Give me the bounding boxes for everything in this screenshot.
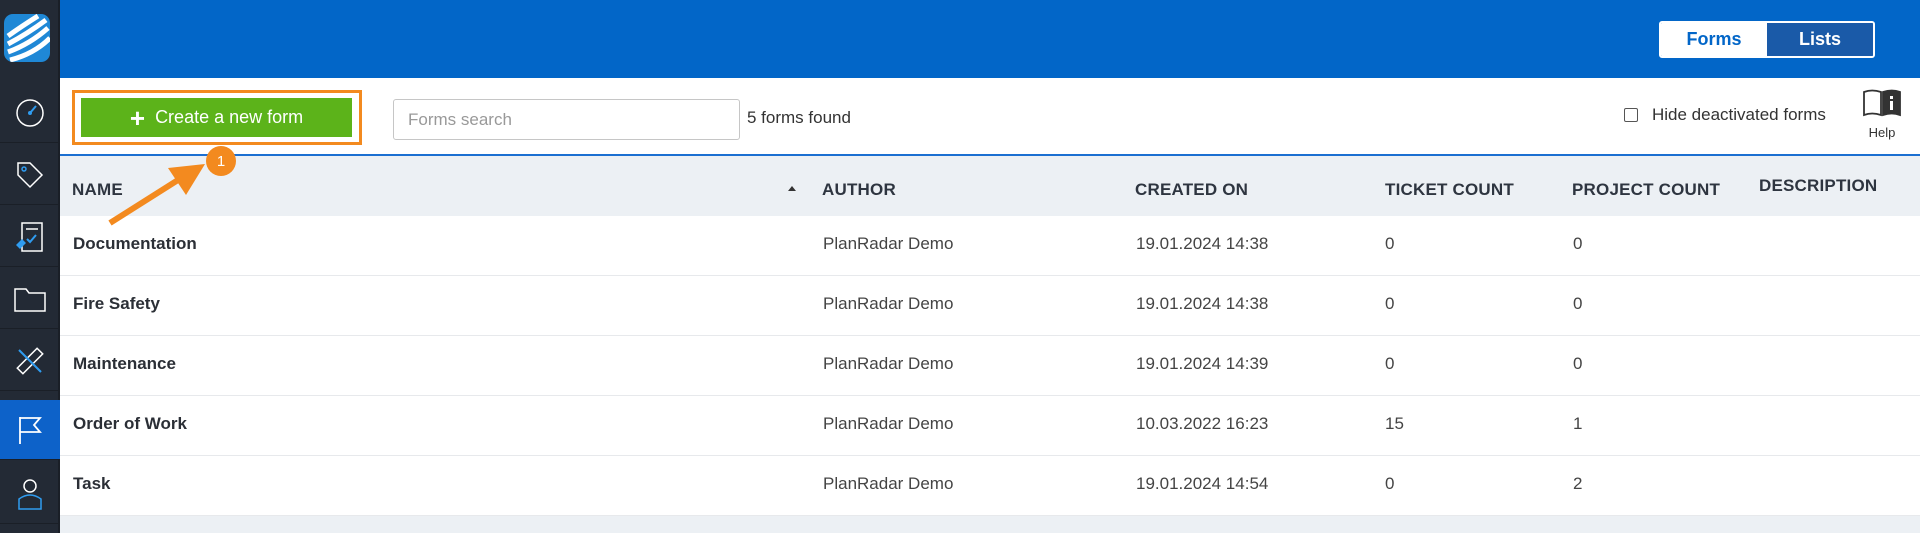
table-row[interactable]: Task PlanRadar Demo 19.01.2024 14:54 0 2: [60, 456, 1920, 516]
cell-author: PlanRadar Demo: [823, 474, 954, 493]
cell-name: Fire Safety: [73, 294, 160, 313]
sidebar-item-users[interactable]: [0, 464, 60, 524]
cell-author: PlanRadar Demo: [823, 294, 954, 313]
app-logo[interactable]: [4, 14, 50, 62]
sidebar-item-checklists[interactable]: [0, 207, 60, 267]
cell-ticket-count: 0: [1385, 294, 1395, 313]
cell-created-on: 10.03.2022 16:23: [1136, 414, 1269, 433]
column-header-project-count[interactable]: PROJECT COUNT: [1572, 180, 1720, 200]
toolbar: + Create a new form 5 forms found Hide d…: [60, 78, 1920, 156]
cell-project-count: 0: [1573, 234, 1583, 253]
sidebar-item-tags[interactable]: [0, 145, 60, 205]
help-label: Help: [1868, 125, 1896, 140]
cell-author: PlanRadar Demo: [823, 414, 954, 433]
table-row[interactable]: Order of Work PlanRadar Demo 10.03.2022 …: [60, 396, 1920, 456]
forms-found-count: 5 forms found: [747, 108, 851, 127]
dashboard-icon: [16, 98, 44, 127]
hide-deactivated-label[interactable]: Hide deactivated forms: [1652, 105, 1826, 125]
hide-deactivated-checkbox[interactable]: [1624, 108, 1638, 122]
cell-ticket-count: 0: [1385, 354, 1395, 373]
cell-created-on: 19.01.2024 14:38: [1136, 294, 1269, 313]
cell-project-count: 1: [1573, 414, 1583, 433]
cell-author: PlanRadar Demo: [823, 234, 954, 253]
cell-name: Maintenance: [73, 354, 176, 373]
sidebar: [0, 0, 60, 533]
tab-lists[interactable]: Lists: [1767, 23, 1873, 56]
sidebar-item-dashboard[interactable]: [0, 83, 60, 143]
book-help-icon: [1863, 89, 1901, 117]
sort-ascending-icon[interactable]: [788, 186, 796, 191]
cell-name: Task: [73, 474, 111, 493]
checklist-icon: [16, 221, 43, 252]
cell-project-count: 2: [1573, 474, 1583, 493]
folder-icon: [14, 287, 46, 312]
column-header-author[interactable]: AUTHOR: [822, 180, 896, 200]
cell-ticket-count: 15: [1385, 414, 1404, 433]
plus-icon: +: [129, 102, 146, 133]
table-header: NAME AUTHOR CREATED ON TICKET COUNT PROJ…: [60, 156, 1920, 216]
table-row[interactable]: Documentation PlanRadar Demo 19.01.2024 …: [60, 216, 1920, 276]
column-header-name[interactable]: NAME: [72, 180, 123, 200]
ruler-icon: [16, 346, 44, 375]
column-header-created-on[interactable]: CREATED ON: [1135, 180, 1248, 200]
cell-created-on: 19.01.2024 14:39: [1136, 354, 1269, 373]
column-header-ticket-count[interactable]: TICKET COUNT: [1385, 180, 1514, 200]
cell-project-count: 0: [1573, 354, 1583, 373]
cell-project-count: 0: [1573, 294, 1583, 313]
create-form-button[interactable]: + Create a new form: [81, 98, 352, 137]
hide-deactivated-toggle: Hide deactivated forms: [1624, 105, 1826, 125]
sidebar-item-plans[interactable]: [0, 331, 60, 391]
forms-lists-toggle: Forms Lists: [1659, 21, 1875, 58]
help-button[interactable]: Help: [1861, 88, 1903, 140]
column-header-description[interactable]: DESCRIPTION: [1759, 176, 1877, 196]
cell-name: Documentation: [73, 234, 197, 253]
sidebar-item-forms[interactable]: [0, 400, 60, 460]
annotation-badge: 1: [206, 146, 236, 176]
tab-forms[interactable]: Forms: [1661, 23, 1767, 56]
cell-ticket-count: 0: [1385, 474, 1395, 493]
cell-author: PlanRadar Demo: [823, 354, 954, 373]
cell-name: Order of Work: [73, 414, 187, 433]
sidebar-item-documents[interactable]: [0, 269, 60, 329]
cell-ticket-count: 0: [1385, 234, 1395, 253]
tag-icon: [17, 161, 44, 188]
forms-search-input[interactable]: [393, 99, 740, 140]
top-bar: Forms Lists: [60, 0, 1920, 78]
cell-created-on: 19.01.2024 14:38: [1136, 234, 1269, 253]
table-row[interactable]: Maintenance PlanRadar Demo 19.01.2024 14…: [60, 336, 1920, 396]
user-icon: [18, 478, 42, 510]
table-row[interactable]: Fire Safety PlanRadar Demo 19.01.2024 14…: [60, 276, 1920, 336]
flag-icon: [19, 416, 42, 444]
create-form-label: Create a new form: [155, 107, 304, 127]
cell-created-on: 19.01.2024 14:54: [1136, 474, 1269, 493]
